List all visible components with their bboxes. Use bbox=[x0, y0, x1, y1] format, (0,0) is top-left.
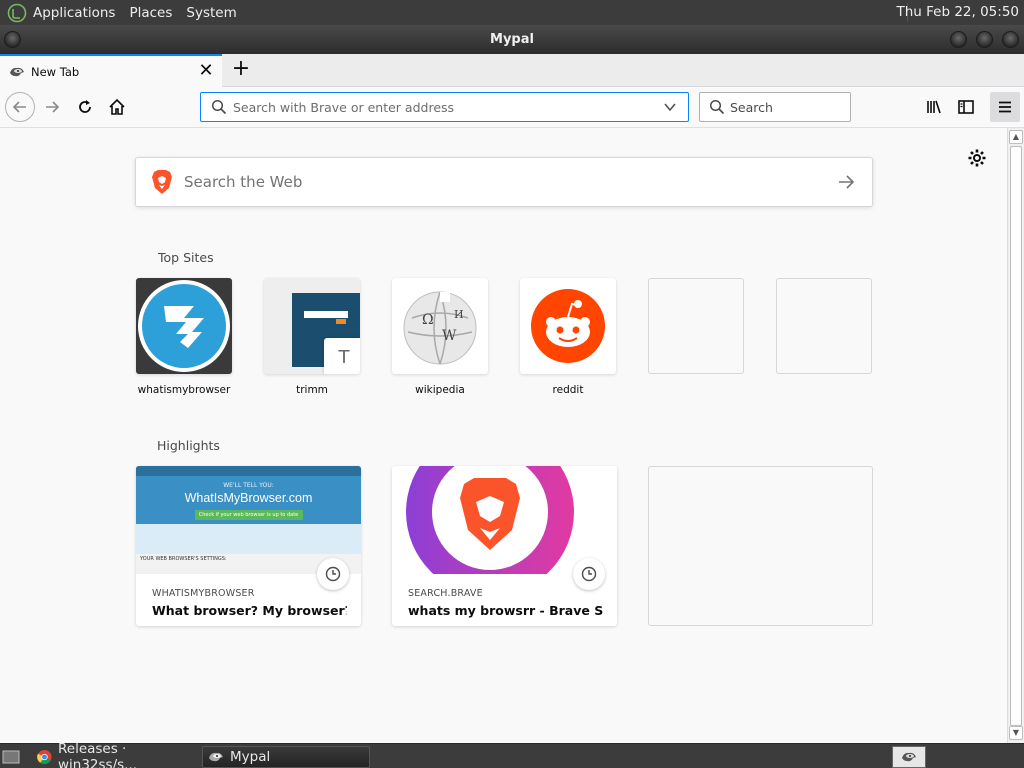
svg-text:W: W bbox=[442, 328, 457, 344]
mint-logo-icon[interactable] bbox=[7, 3, 27, 23]
taskbar: Releases · win32ss/s... Mypal bbox=[0, 741, 1024, 768]
highlight-title: What browser? My browser?… bbox=[152, 603, 347, 618]
empty-tile[interactable] bbox=[776, 278, 872, 374]
minimize-button[interactable] bbox=[950, 31, 967, 48]
search-input[interactable] bbox=[730, 99, 850, 115]
top-site-label: trimm bbox=[296, 384, 328, 396]
top-site-tile[interactable] bbox=[136, 278, 232, 374]
places-menu[interactable]: Places bbox=[129, 5, 172, 21]
scroll-up-button[interactable]: ▲ bbox=[1009, 130, 1023, 144]
forward-arrow-icon bbox=[46, 101, 60, 113]
scrollbar-thumb[interactable] bbox=[1010, 146, 1022, 726]
svg-text:Ω: Ω bbox=[422, 312, 434, 328]
top-site-label: whatismybrowser bbox=[137, 384, 231, 396]
svg-text:И: И bbox=[454, 308, 464, 321]
reddit-logo-icon bbox=[531, 289, 605, 363]
url-bar[interactable] bbox=[200, 92, 689, 122]
brave-lion-icon bbox=[152, 170, 172, 194]
search-bar[interactable] bbox=[699, 92, 851, 122]
web-search-box[interactable]: Search the Web bbox=[135, 157, 873, 207]
top-site-tile[interactable]: T bbox=[264, 278, 360, 374]
chrome-icon bbox=[37, 749, 52, 765]
history-clock-icon bbox=[317, 558, 349, 590]
taskbar-item-mypal[interactable]: Mypal bbox=[202, 746, 370, 768]
applications-menu[interactable]: Applications bbox=[33, 5, 115, 21]
top-site-tile[interactable]: Ω W И bbox=[392, 278, 488, 374]
vertical-scrollbar[interactable]: ▲ ▼ bbox=[1007, 128, 1024, 743]
empty-tile[interactable] bbox=[648, 278, 744, 374]
taskbar-item-releases[interactable]: Releases · win32ss/s... bbox=[32, 741, 200, 768]
back-button[interactable] bbox=[5, 92, 35, 122]
whatismybrowser-logo-icon bbox=[138, 280, 230, 372]
search-icon bbox=[709, 99, 725, 115]
library-icon bbox=[927, 100, 941, 114]
navigation-toolbar bbox=[0, 87, 1024, 128]
top-site-empty-slot[interactable] bbox=[776, 278, 872, 374]
reload-icon bbox=[79, 100, 91, 113]
open-menu-button[interactable] bbox=[990, 92, 1020, 122]
system-top-panel: Applications Places System Thu Feb 22, 0… bbox=[0, 0, 1024, 25]
top-site-label: reddit bbox=[552, 384, 584, 396]
maximize-button[interactable] bbox=[976, 31, 993, 48]
history-clock-icon bbox=[573, 558, 605, 590]
top-site-wikipedia[interactable]: Ω W И wikipedia bbox=[392, 278, 488, 396]
thumb-site-title: WhatIsMyBrowser.com bbox=[184, 491, 313, 505]
thumb-link: Check if your web browser is up to date bbox=[194, 510, 303, 520]
taskbar-item-label: Releases · win32ss/s... bbox=[57, 741, 138, 768]
show-desktop-icon bbox=[2, 750, 20, 764]
highlights-heading: Highlights bbox=[157, 438, 220, 453]
new-tab-button[interactable]: + bbox=[230, 58, 252, 81]
highlight-card-search-brave[interactable]: SEARCH.BRAVE whats my browsrr - Brave Se… bbox=[392, 466, 617, 626]
top-site-trimm[interactable]: T trimm bbox=[264, 278, 360, 396]
highlight-empty-slot bbox=[648, 466, 873, 626]
highlight-card-whatismybrowser[interactable]: WE'LL TELL YOU: WhatIsMyBrowser.com Chec… bbox=[136, 466, 361, 626]
tab-strip: New Tab ✕ + bbox=[0, 54, 1024, 87]
hamburger-menu-icon bbox=[999, 101, 1011, 113]
sidebar-button[interactable] bbox=[952, 93, 980, 121]
forward-button[interactable] bbox=[38, 93, 66, 121]
taskbar-item-label: Mypal bbox=[230, 749, 271, 765]
sidebar-icon bbox=[958, 100, 974, 114]
workspace-switcher[interactable] bbox=[892, 746, 926, 768]
url-input[interactable] bbox=[233, 99, 658, 115]
show-desktop-button[interactable] bbox=[2, 746, 24, 768]
gear-icon[interactable] bbox=[967, 148, 987, 168]
clock[interactable]: Thu Feb 22, 05:50 bbox=[896, 4, 1019, 20]
top-site-whatismybrowser[interactable]: whatismybrowser bbox=[136, 278, 232, 396]
home-button[interactable] bbox=[103, 93, 131, 121]
scroll-down-button[interactable]: ▼ bbox=[1009, 726, 1023, 740]
top-site-reddit[interactable]: reddit bbox=[520, 278, 616, 396]
mypal-raccoon-icon bbox=[209, 752, 223, 762]
new-tab-page: Search the Web Top Sites whatismybrowser… bbox=[0, 128, 1007, 743]
arrow-right-icon[interactable] bbox=[834, 172, 858, 192]
close-tab-icon[interactable]: ✕ bbox=[198, 61, 214, 80]
top-site-label: wikipedia bbox=[415, 384, 465, 396]
back-arrow-icon bbox=[12, 101, 26, 113]
tab-new-tab[interactable]: New Tab ✕ bbox=[0, 54, 222, 87]
web-search-placeholder: Search the Web bbox=[184, 173, 303, 191]
top-site-tile[interactable] bbox=[520, 278, 616, 374]
highlight-title: whats my browsrr - Brave Se… bbox=[408, 603, 603, 618]
wikipedia-globe-icon: Ω W И bbox=[403, 291, 477, 365]
thumb-subtitle: WE'LL TELL YOU: bbox=[223, 482, 274, 489]
tab-label: New Tab bbox=[31, 64, 80, 79]
window-titlebar[interactable]: Mypal bbox=[0, 25, 1024, 54]
mypal-raccoon-icon bbox=[10, 67, 24, 76]
trimm-letter-badge: T bbox=[324, 338, 360, 374]
mypal-raccoon-icon bbox=[902, 752, 916, 762]
library-button[interactable] bbox=[920, 93, 948, 121]
window-title: Mypal bbox=[490, 32, 534, 47]
top-sites-heading: Top Sites bbox=[158, 250, 214, 265]
system-menu[interactable]: System bbox=[186, 5, 236, 21]
home-icon bbox=[109, 98, 125, 115]
top-site-empty-slot[interactable] bbox=[648, 278, 744, 374]
close-window-button[interactable] bbox=[1002, 31, 1019, 48]
window-menu-button[interactable] bbox=[4, 31, 21, 48]
search-icon bbox=[211, 99, 227, 115]
chevron-down-icon[interactable] bbox=[658, 99, 682, 115]
reload-button[interactable] bbox=[71, 93, 99, 121]
